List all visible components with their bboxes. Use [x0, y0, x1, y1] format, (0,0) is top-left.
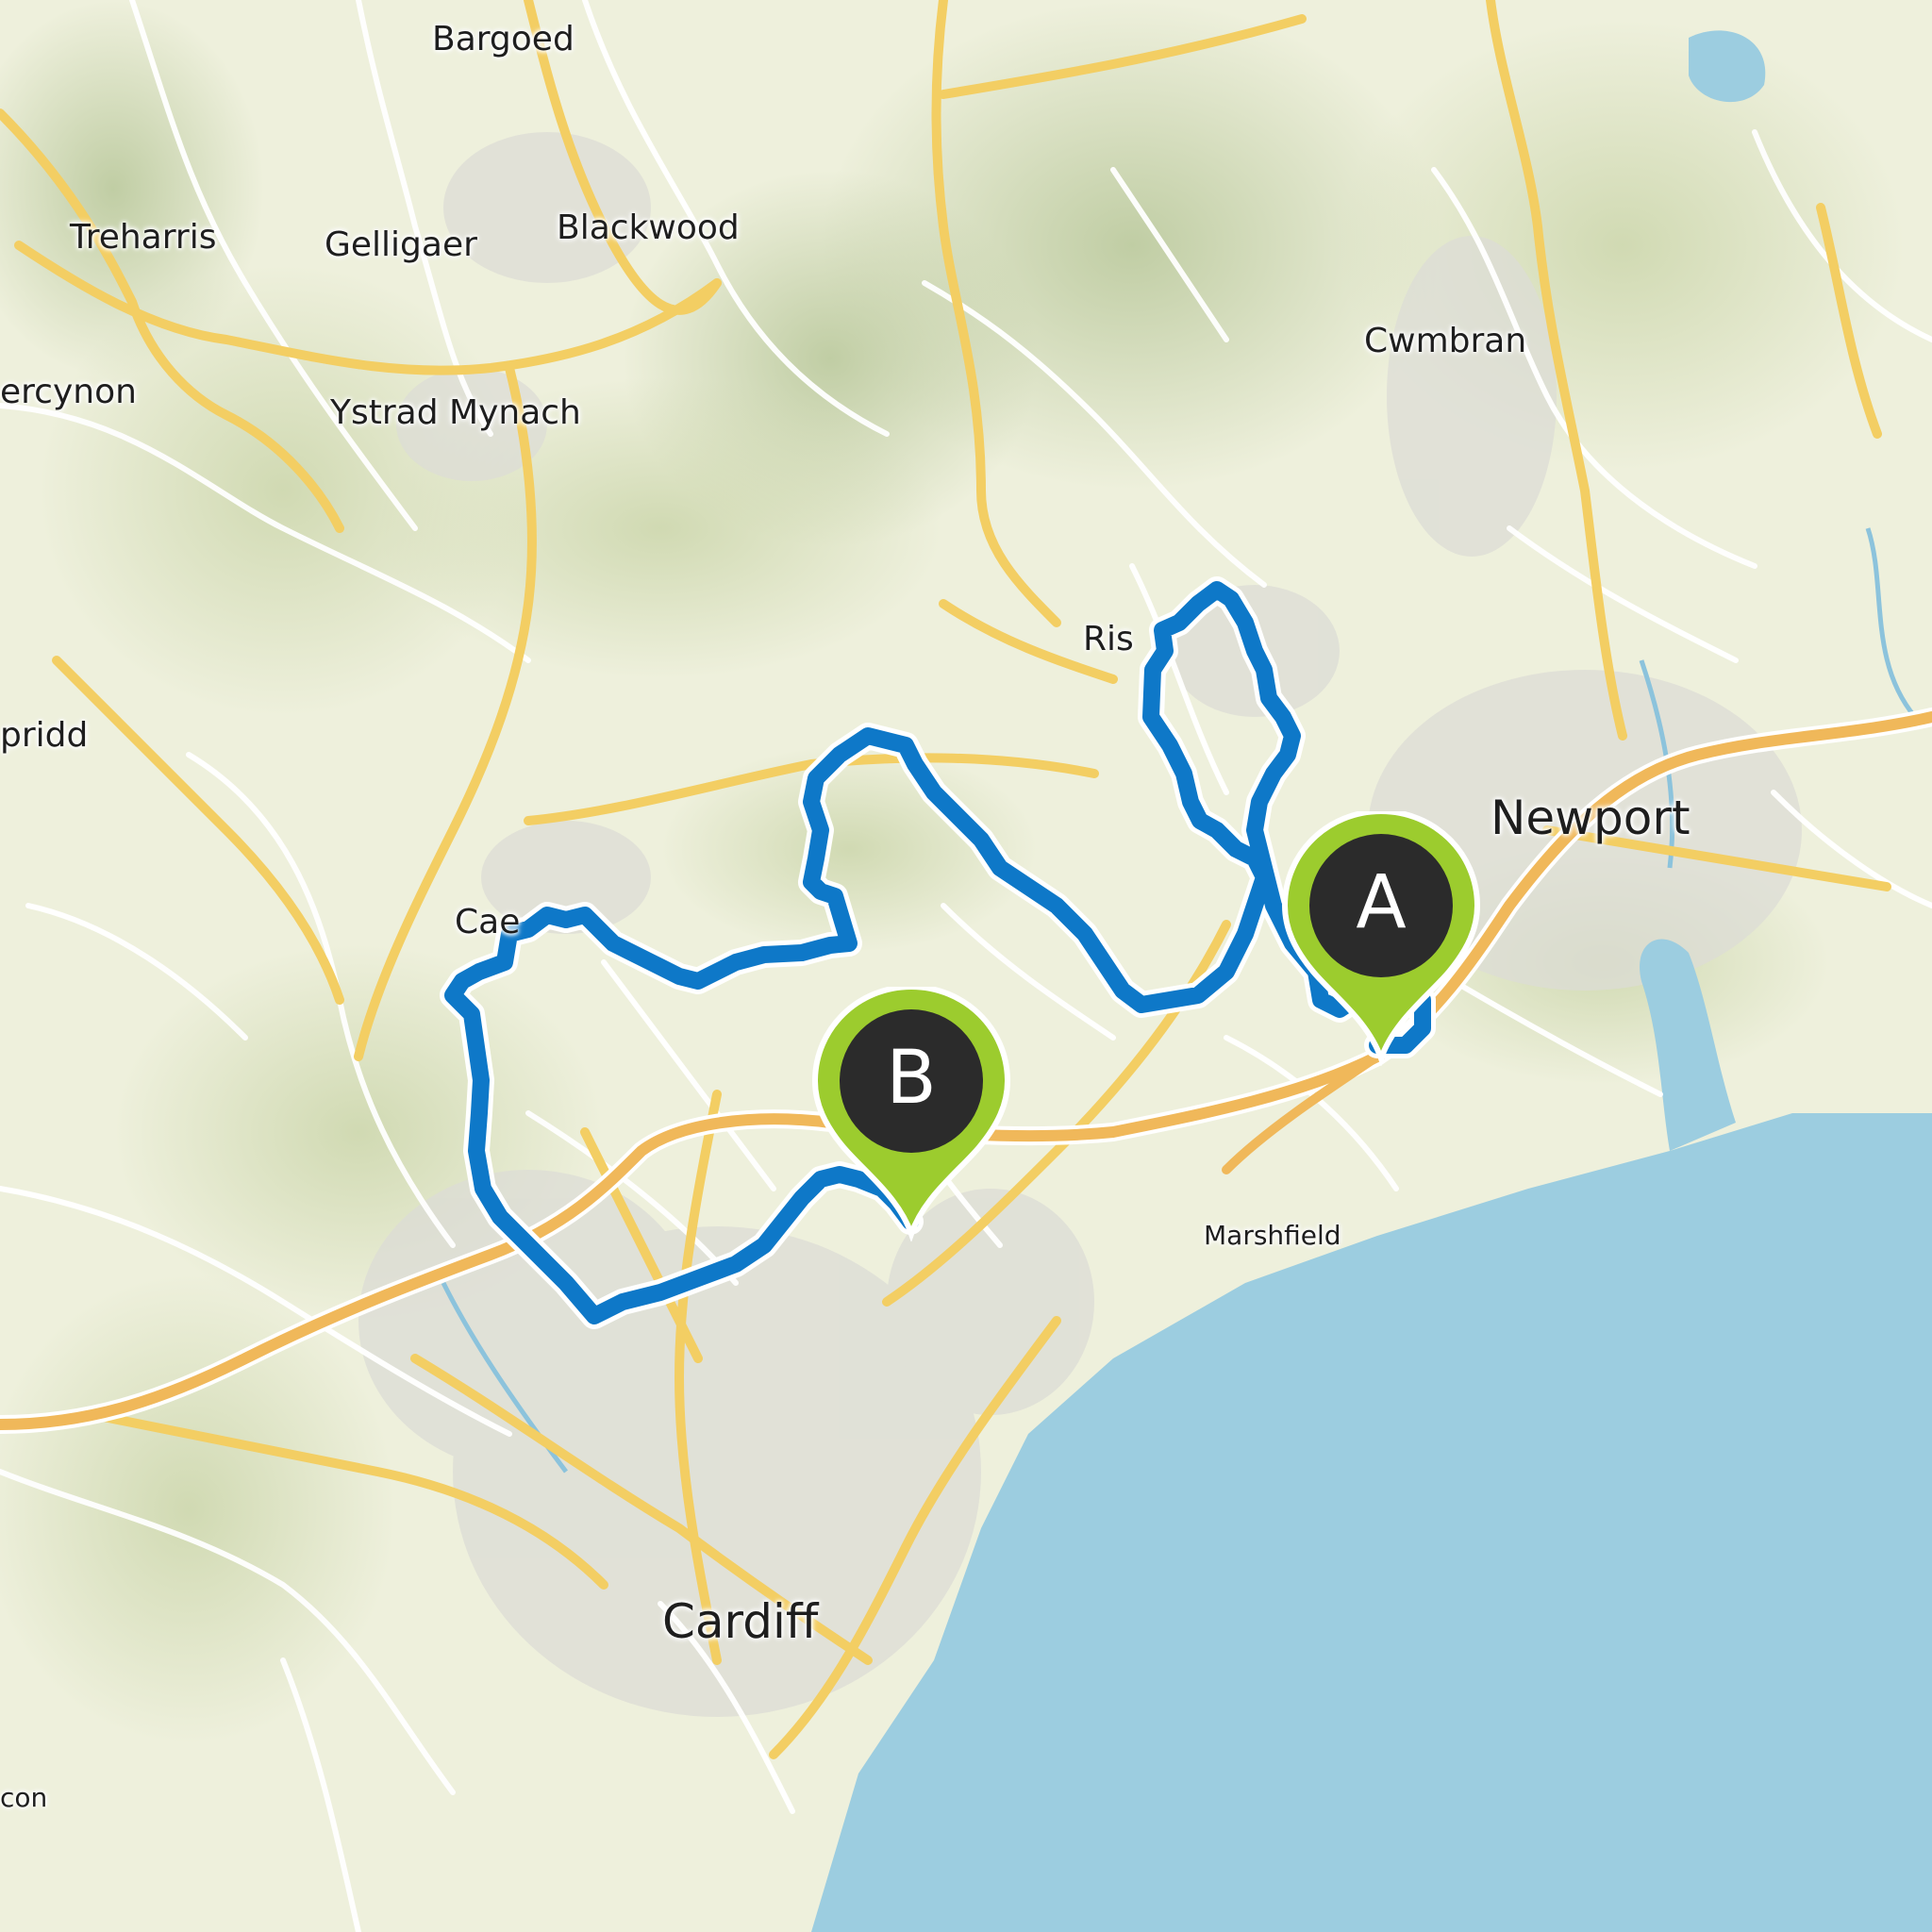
map-basemap [0, 0, 1932, 1932]
start-marker[interactable]: A [1277, 811, 1485, 1066]
place-label-ystrad-mynach: Ystrad Mynach [330, 393, 581, 432]
place-label-risca: Ris [1083, 620, 1134, 658]
place-label-cardiff: Cardiff [662, 1594, 819, 1649]
finish-marker[interactable]: B [808, 987, 1015, 1241]
place-label-abercynon: ercynon [0, 373, 137, 411]
place-label-barry: con [0, 1782, 48, 1813]
finish-marker-label: B [886, 1036, 937, 1121]
place-label-cwmbran: Cwmbran [1364, 322, 1527, 360]
place-label-newport: Newport [1491, 791, 1690, 845]
place-label-blackwood: Blackwood [557, 208, 740, 247]
place-label-bargoed: Bargoed [432, 20, 575, 58]
place-label-treharris: Treharris [70, 218, 217, 257]
place-label-pontypridd: pridd [0, 716, 89, 755]
place-label-marshfield: Marshfield [1204, 1220, 1341, 1251]
route-map[interactable]: Bargoed Treharris Gelligaer Blackwood Cw… [0, 0, 1932, 1932]
place-label-gelligaer: Gelligaer [325, 225, 477, 264]
start-marker-label: A [1356, 860, 1407, 945]
place-label-caerphilly: Cae [455, 903, 521, 941]
